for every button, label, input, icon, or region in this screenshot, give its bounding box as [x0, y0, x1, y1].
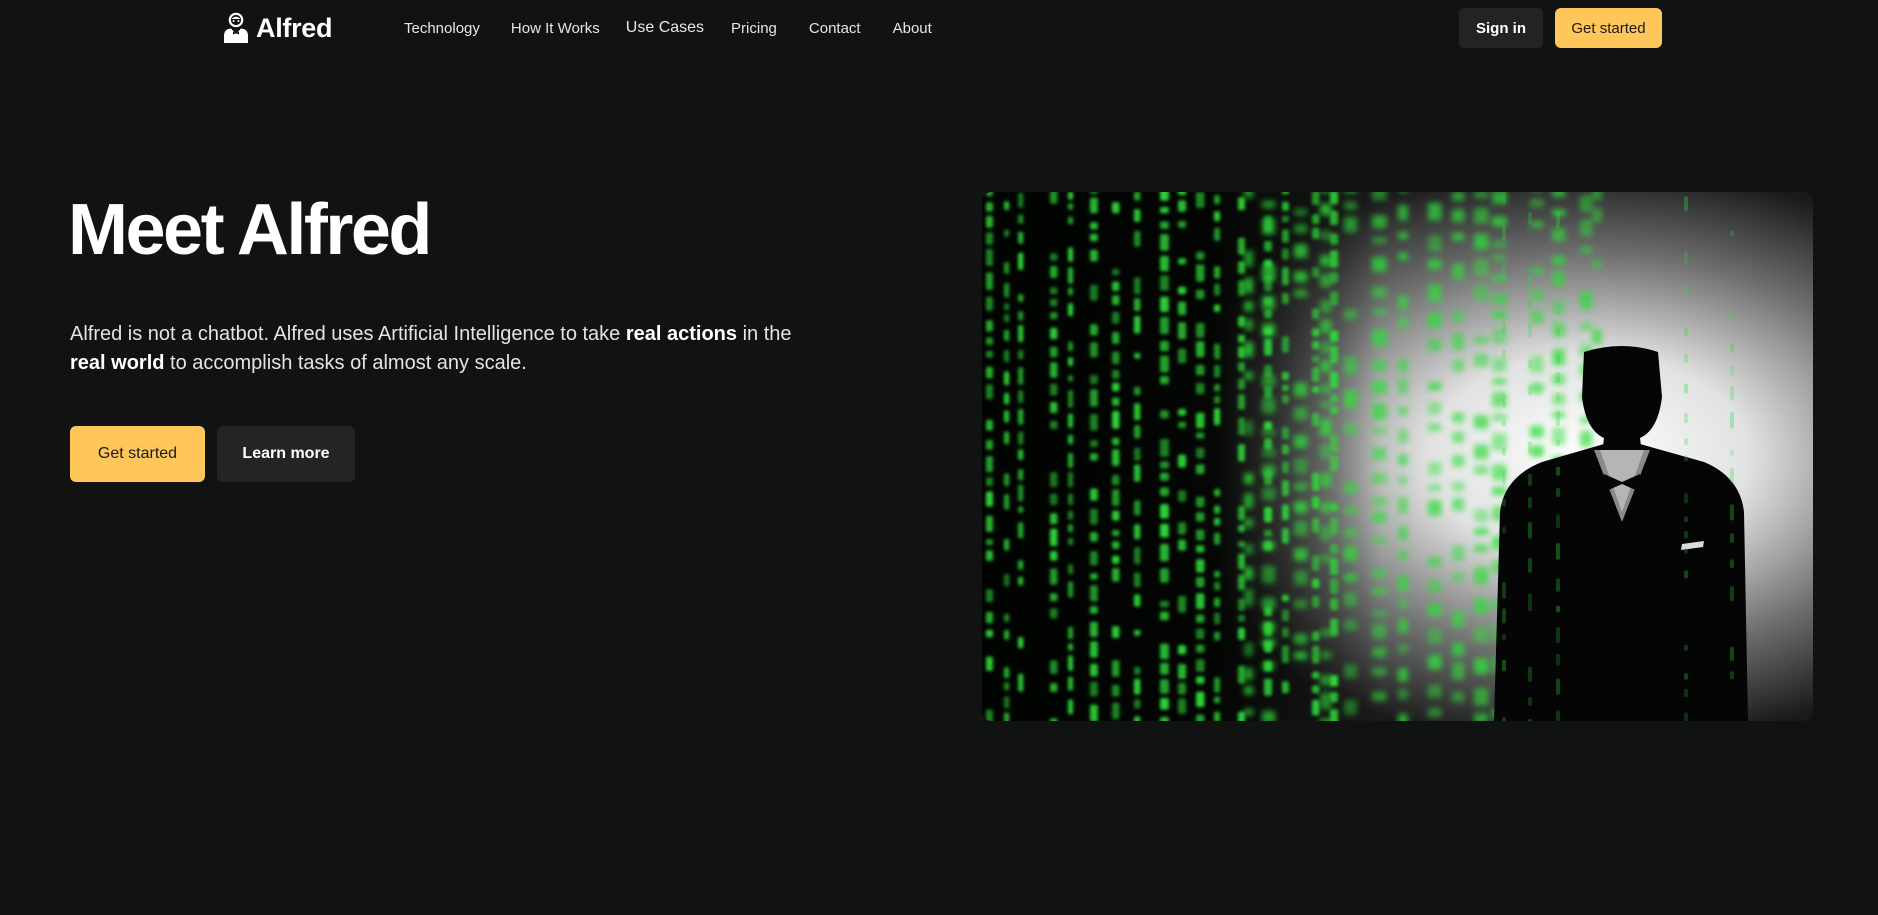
brand-name: Alfred	[256, 12, 333, 43]
nav-link-use-cases[interactable]: Use Cases	[626, 19, 704, 37]
hero-desc-emphasis-1: real actions	[625, 323, 738, 345]
learn-more-button[interactable]: Learn more	[217, 426, 355, 482]
nav-link-about[interactable]: About	[893, 20, 932, 37]
top-navbar: Alfred Technology How It Works Use Cases…	[0, 0, 1878, 56]
nav-link-contact[interactable]: Contact	[809, 20, 861, 37]
hero-desc-text-1: Alfred is not a chatbot. Alfred uses Art…	[70, 323, 626, 345]
hero-get-started-button[interactable]: Get started	[70, 426, 205, 482]
brand-logo-link[interactable]: Alfred	[222, 10, 333, 46]
hero-desc-text-2: in the	[737, 323, 792, 345]
sign-in-button[interactable]: Sign in	[1459, 8, 1543, 48]
butler-icon	[224, 12, 248, 43]
nav-link-how-it-works[interactable]: How It Works	[511, 20, 600, 37]
hero-image	[982, 192, 1813, 721]
primary-nav: Technology How It Works Use Cases Pricin…	[404, 18, 932, 38]
matrix-butler-illustration	[982, 192, 1813, 721]
hero-desc-emphasis-2: real world	[70, 352, 165, 374]
hero-desc-text-3: to accomplish tasks of almost any scale.	[164, 352, 527, 374]
hero-description: Alfred is not a chatbot. Alfred uses Art…	[70, 320, 830, 378]
nav-get-started-button[interactable]: Get started	[1555, 8, 1662, 48]
nav-link-technology[interactable]: Technology	[404, 20, 480, 37]
hero-title: Meet Alfred	[68, 190, 432, 270]
nav-link-pricing[interactable]: Pricing	[731, 20, 777, 37]
